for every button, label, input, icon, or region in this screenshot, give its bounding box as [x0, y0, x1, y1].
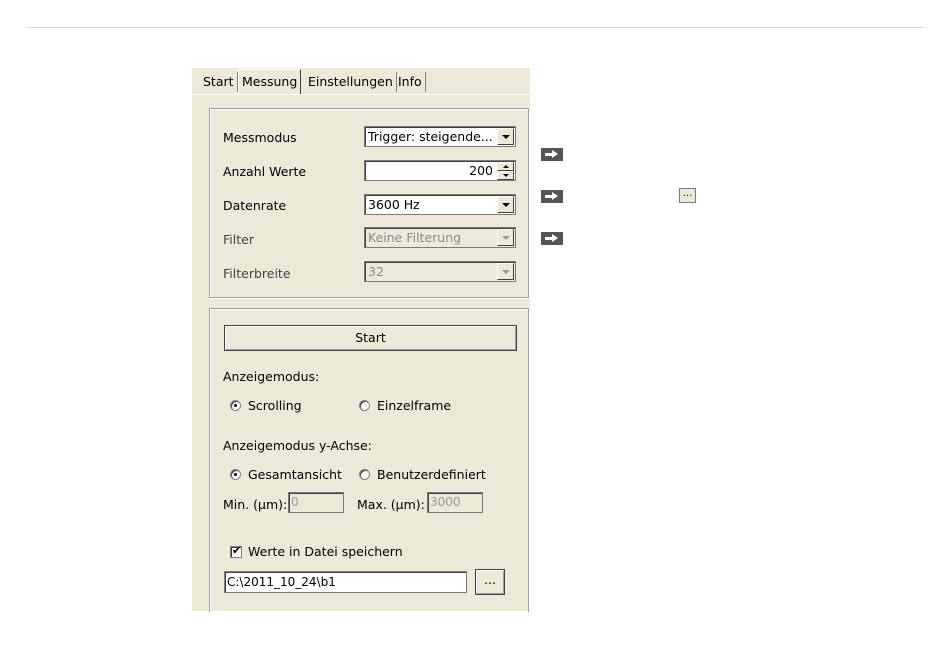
min-label: Min. (µm): [223, 497, 288, 512]
max-label: Max. (µm): [357, 497, 425, 512]
messmodus-select[interactable]: Trigger: steigende... [364, 126, 516, 147]
top-divider [27, 27, 923, 28]
y-axis-mode-label: Anzeigemodus y-Achse: [223, 438, 372, 453]
datenrate-label: Datenrate [223, 198, 287, 213]
datenrate-value: 3600 Hz [368, 197, 420, 212]
spin-up-icon[interactable] [497, 162, 514, 171]
gesamtansicht-label[interactable]: Gesamtansicht [248, 467, 342, 482]
max-field: 3000 [427, 492, 483, 513]
tab-messung[interactable]: Messung [238, 69, 302, 94]
settings-group: Messmodus Trigger: steigende... Anzahl W… [209, 108, 529, 298]
filterbreite-label: Filterbreite [223, 266, 291, 281]
messmodus-label: Messmodus [223, 130, 297, 145]
tab-einstellungen[interactable]: Einstellungen [305, 72, 397, 92]
anzahl-werte-value: 200 [469, 163, 493, 178]
einzelframe-label[interactable]: Einzelframe [377, 398, 451, 413]
filterbreite-value: 32 [368, 264, 384, 279]
filterbreite-select: 32 [364, 261, 516, 282]
scrolling-radio[interactable] [230, 400, 241, 411]
messmodus-value: Trigger: steigende... [368, 129, 493, 144]
einzelframe-radio[interactable] [359, 400, 370, 411]
start-button[interactable]: Start [224, 325, 517, 351]
gesamtansicht-radio[interactable] [230, 469, 241, 480]
measurement-panel: Start Messung Einstellungen Info Messmod… [192, 68, 530, 612]
browse-button[interactable]: ... [475, 569, 505, 595]
checkmark-icon: ✔ [232, 544, 242, 557]
anzeigemodus-label: Anzeigemodus: [223, 369, 320, 384]
anzahl-werte-label: Anzahl Werte [223, 164, 307, 179]
anzahl-werte-stepper[interactable]: 200 [364, 160, 516, 181]
arrow-right-icon [541, 190, 563, 203]
chevron-down-icon[interactable] [497, 196, 514, 213]
tab-baseline [192, 94, 530, 95]
datenrate-select[interactable]: 3600 Hz [364, 194, 516, 215]
filter-select: Keine Filterung [364, 227, 516, 248]
save-to-file-label[interactable]: Werte in Datei speichern [248, 544, 403, 559]
chevron-down-icon [497, 263, 514, 280]
chevron-down-icon[interactable] [497, 128, 514, 145]
tab-start[interactable]: Start [200, 72, 238, 92]
ellipsis-button-icon: ... [679, 188, 696, 203]
scrolling-label[interactable]: Scrolling [248, 398, 302, 413]
filter-label: Filter [223, 232, 254, 247]
benutzerdefiniert-radio[interactable] [359, 469, 370, 480]
arrow-right-icon [541, 232, 563, 245]
file-path-input[interactable]: C:\2011_10_24\b1 [224, 571, 467, 593]
arrow-right-icon [541, 148, 563, 161]
measurement-group: Start Anzeigemodus: Scrolling Einzelfram… [209, 308, 529, 612]
filter-value: Keine Filterung [368, 230, 462, 245]
tab-bar: Start Messung Einstellungen Info [192, 68, 530, 96]
min-field: 0 [288, 492, 344, 513]
tab-info[interactable]: Info [395, 72, 426, 92]
save-to-file-checkbox[interactable]: ✔ [230, 544, 242, 558]
spin-down-icon[interactable] [497, 171, 514, 180]
chevron-down-icon [497, 229, 514, 246]
benutzerdefiniert-label[interactable]: Benutzerdefiniert [377, 467, 486, 482]
